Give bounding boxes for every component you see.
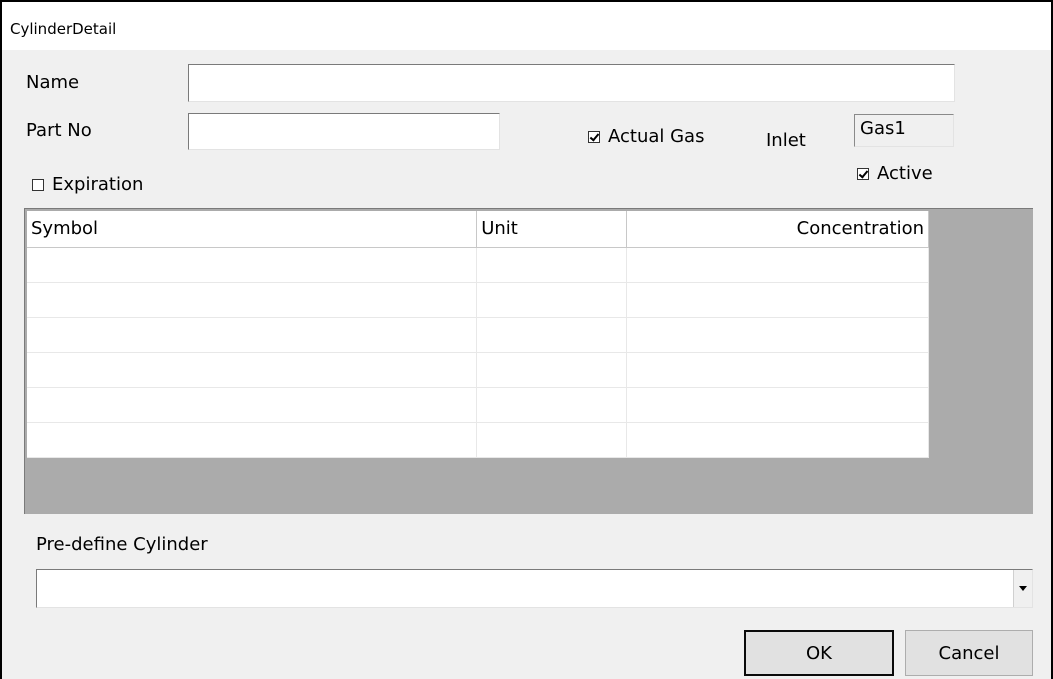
grid-table: Symbol Unit Concentration [27,211,929,458]
cancel-button[interactable]: Cancel [905,630,1033,676]
table-row[interactable] [27,387,929,423]
cell-concentration[interactable] [626,247,929,283]
cell-unit[interactable] [476,387,628,423]
name-input[interactable] [188,64,955,102]
dialog-body: Name Part No Actual Gas Inlet Gas1 Activ… [2,50,1051,679]
expiration-checkbox[interactable]: Expiration [32,174,143,195]
window-title: CylinderDetail [10,20,117,38]
cell-unit[interactable] [476,247,628,283]
cell-unit[interactable] [476,317,628,353]
dropdown-button[interactable] [1013,570,1032,607]
actual-gas-label: Actual Gas [608,126,705,147]
table-row[interactable] [27,247,929,283]
cell-symbol[interactable] [27,317,478,353]
name-label: Name [26,72,80,93]
partno-label: Part No [26,120,92,141]
table-row[interactable] [27,422,929,458]
title-bar[interactable]: CylinderDetail [2,2,1051,50]
inlet-value: Gas1 [854,114,954,147]
inlet-label: Inlet [766,130,806,151]
grid-header-row: Symbol Unit Concentration [27,211,929,248]
table-row[interactable] [27,282,929,318]
cell-concentration[interactable] [626,282,929,318]
actual-gas-checkbox[interactable]: Actual Gas [588,126,704,147]
expiration-label: Expiration [52,174,144,195]
table-row[interactable] [27,352,929,388]
cell-unit[interactable] [476,352,628,388]
cell-unit[interactable] [476,422,628,458]
predefine-cylinder-label: Pre-define Cylinder [36,534,208,555]
cell-concentration[interactable] [626,352,929,388]
cell-unit[interactable] [476,282,628,318]
cell-symbol[interactable] [27,352,478,388]
expiration-checkbox-box[interactable] [32,178,44,191]
active-checkbox[interactable]: Active [857,163,933,184]
cell-concentration[interactable] [626,387,929,423]
table-row[interactable] [27,317,929,353]
cell-concentration[interactable] [626,422,929,458]
chevron-down-icon [1019,586,1027,591]
active-label: Active [877,163,933,184]
ok-button[interactable]: OK [744,630,894,676]
cell-symbol[interactable] [27,282,478,318]
cell-symbol[interactable] [27,247,478,283]
predefine-cylinder-select[interactable] [36,569,1033,608]
concentration-grid[interactable]: Symbol Unit Concentration [24,208,1033,514]
partno-input[interactable] [188,113,500,150]
cylinder-detail-window: CylinderDetail Name Part No Actual Gas I… [0,0,1053,679]
column-header-concentration[interactable]: Concentration [626,211,929,248]
cell-symbol[interactable] [27,422,478,458]
column-header-symbol[interactable]: Symbol [27,211,478,248]
column-header-unit[interactable]: Unit [476,211,628,248]
cell-symbol[interactable] [27,387,478,423]
actual-gas-checkbox-box[interactable] [588,130,600,143]
active-checkbox-box[interactable] [857,167,869,180]
cell-concentration[interactable] [626,317,929,353]
